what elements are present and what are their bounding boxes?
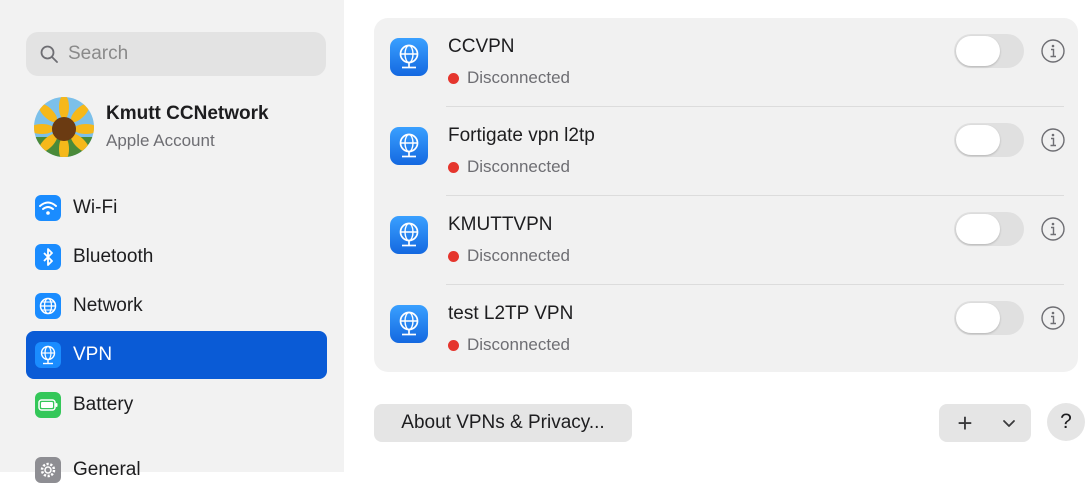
sidebar-item-general[interactable]: General [26, 446, 327, 494]
vpn-toggle[interactable] [954, 212, 1024, 246]
vpn-name: Fortigate vpn l2tp [448, 125, 595, 146]
vpn-row[interactable]: test L2TP VPN Disconnected [374, 285, 1078, 374]
vpn-name: CCVPN [448, 36, 515, 57]
sidebar-item-network[interactable]: Network [26, 282, 327, 330]
vpn-status-text: Disconnected [467, 335, 571, 354]
status-dot-icon [448, 250, 459, 262]
vpn-status: Disconnected [448, 157, 570, 177]
status-dot-icon [448, 161, 459, 173]
account-row[interactable]: Kmutt CCNetwork Apple Account [34, 96, 334, 158]
info-icon[interactable] [1040, 216, 1066, 242]
status-dot-icon [448, 72, 459, 84]
sidebar-item-vpn[interactable]: VPN [26, 331, 327, 379]
vpn-status: Disconnected [448, 335, 570, 355]
sidebar-item-label: Network [73, 295, 143, 316]
vpn-globe-icon [390, 305, 428, 343]
sidebar-item-label: Bluetooth [73, 246, 154, 267]
vpn-globe-icon [390, 127, 428, 165]
vpn-row[interactable]: KMUTTVPN Disconnected [374, 196, 1078, 285]
vpn-toggle[interactable] [954, 301, 1024, 335]
about-vpns-privacy-button[interactable]: About VPNs & Privacy... [374, 404, 632, 442]
vpn-status-text: Disconnected [467, 68, 571, 87]
status-dot-icon [448, 339, 459, 351]
add-vpn-button[interactable]: + [939, 404, 991, 442]
sidebar-item-battery[interactable]: Battery [26, 381, 327, 429]
info-icon[interactable] [1040, 127, 1066, 153]
vpn-name: KMUTTVPN [448, 214, 553, 235]
add-vpn-control: + [939, 404, 1031, 442]
battery-icon [35, 392, 61, 418]
info-icon[interactable] [1040, 38, 1066, 64]
avatar [34, 97, 94, 157]
bluetooth-icon [35, 244, 61, 270]
sidebar-item-label: Wi-Fi [73, 197, 118, 218]
vpn-name: test L2TP VPN [448, 303, 574, 324]
globe-icon [35, 293, 61, 319]
sidebar: Kmutt CCNetwork Apple Account Wi-Fi Blue… [0, 0, 344, 483]
vpn-row[interactable]: CCVPN Disconnected [374, 18, 1078, 107]
vpn-toggle[interactable] [954, 34, 1024, 68]
sidebar-item-label: General [73, 459, 141, 480]
vpn-status: Disconnected [448, 68, 570, 88]
add-menu-button[interactable] [991, 404, 1027, 442]
account-subtitle: Apple Account [106, 131, 215, 150]
search-input[interactable] [66, 42, 310, 66]
vpn-status: Disconnected [448, 246, 570, 266]
account-name: Kmutt CCNetwork [106, 103, 269, 124]
sidebar-item-label: Battery [73, 394, 134, 415]
search-icon [40, 45, 58, 63]
sidebar-item-label: VPN [73, 344, 113, 365]
sidebar-item-bluetooth[interactable]: Bluetooth [26, 233, 327, 281]
help-button[interactable]: ? [1047, 403, 1085, 441]
info-icon[interactable] [1040, 305, 1066, 331]
vpn-globe-icon [35, 342, 61, 368]
vpn-globe-icon [390, 38, 428, 76]
vpn-row[interactable]: Fortigate vpn l2tp Disconnected [374, 107, 1078, 196]
wifi-icon [35, 195, 61, 221]
vpn-globe-icon [390, 216, 428, 254]
vpn-status-text: Disconnected [467, 246, 571, 265]
gear-icon [35, 457, 61, 483]
vpn-list: CCVPN Disconnected Fortigate vpn l2tp Di… [374, 18, 1078, 372]
chevron-down-icon [1003, 420, 1015, 427]
sidebar-item-wifi[interactable]: Wi-Fi [26, 184, 327, 232]
vpn-status-text: Disconnected [467, 157, 571, 176]
vpn-toggle[interactable] [954, 123, 1024, 157]
search-field[interactable] [26, 32, 326, 76]
